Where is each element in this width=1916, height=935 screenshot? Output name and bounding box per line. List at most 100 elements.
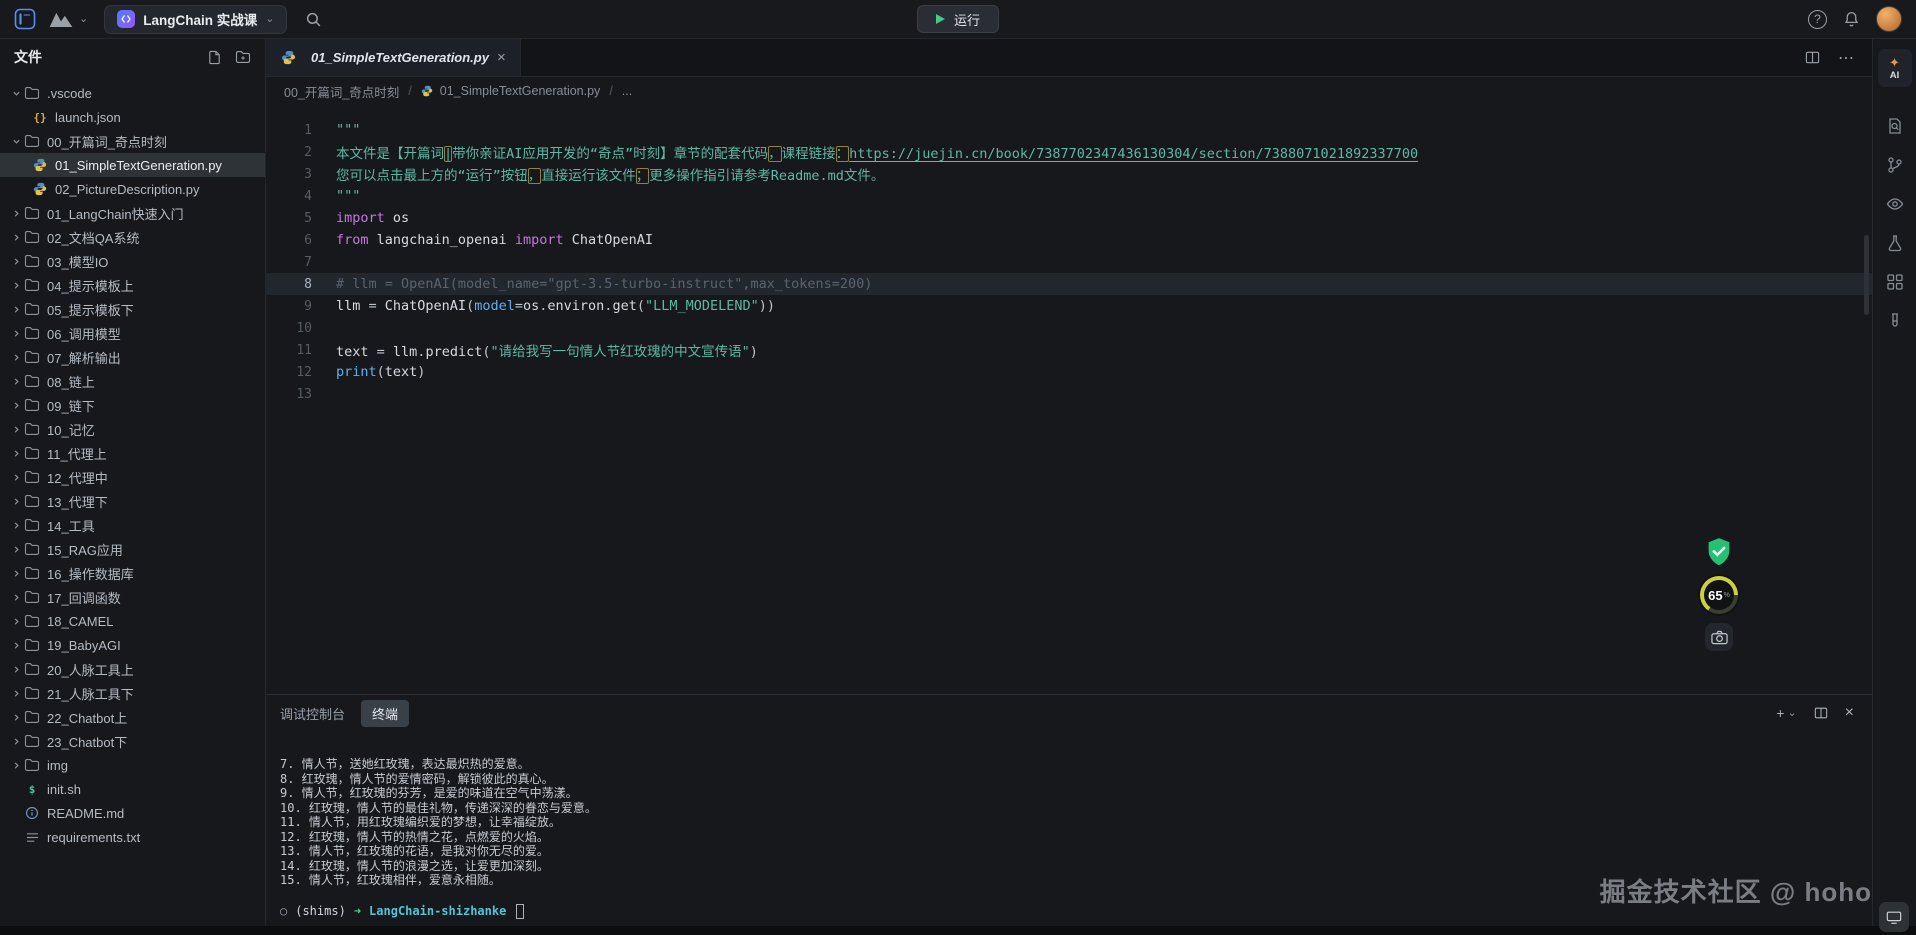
marscode-logo[interactable]: ⌄ — [48, 11, 88, 28]
tree-item-00_开篇词_奇点时刻[interactable]: 00_开篇词_奇点时刻 — [0, 129, 265, 153]
tree-item-launch.json[interactable]: {}launch.json — [0, 105, 265, 129]
help-icon[interactable]: ? — [1808, 10, 1827, 29]
code-line-4[interactable]: 4""" — [266, 185, 1872, 207]
split-terminal-button[interactable] — [1814, 706, 1828, 720]
project-switcher[interactable]: LangChain 实战课 ⌄ — [104, 5, 287, 34]
tree-item-22_Chatbot上[interactable]: 22_Chatbot上 — [0, 705, 265, 729]
tab-debug-console[interactable]: 调试控制台 — [280, 704, 345, 723]
chevron-right-icon[interactable] — [8, 713, 24, 722]
tree-item-02_文档QA系统[interactable]: 02_文档QA系统 — [0, 225, 265, 249]
tree-item-20_人脉工具上[interactable]: 20_人脉工具上 — [0, 657, 265, 681]
code-editor[interactable]: 1"""2本文件是【开篇词|带你亲证AI应用开发的“奇点”时刻】章节的配套代码，… — [266, 105, 1872, 694]
tree-item-21_人脉工具下[interactable]: 21_人脉工具下 — [0, 681, 265, 705]
chevron-right-icon[interactable] — [8, 401, 24, 410]
tree-item-03_模型IO[interactable]: 03_模型IO — [0, 249, 265, 273]
chevron-right-icon[interactable] — [8, 449, 24, 458]
chevron-right-icon[interactable] — [8, 377, 24, 386]
code-line-7[interactable]: 7 — [266, 251, 1872, 273]
tree-item-13_代理下[interactable]: 13_代理下 — [0, 489, 265, 513]
source-control-icon[interactable] — [1886, 156, 1904, 174]
tree-item-05_提示模板下[interactable]: 05_提示模板下 — [0, 297, 265, 321]
new-file-button[interactable] — [207, 50, 222, 65]
chevron-right-icon[interactable] — [8, 665, 24, 674]
tree-item-img[interactable]: img — [0, 753, 265, 777]
screenshot-camera-button[interactable] — [1705, 623, 1733, 651]
code-line-9[interactable]: 9llm = ChatOpenAI(model=os.environ.get("… — [266, 295, 1872, 317]
tree-item-19_BabyAGI[interactable]: 19_BabyAGI — [0, 633, 265, 657]
tree-item-09_链下[interactable]: 09_链下 — [0, 393, 265, 417]
chevron-right-icon[interactable] — [8, 257, 24, 266]
code-line-11[interactable]: 11text = llm.predict("请给我写一句情人节红玫瑰的中文宣传语… — [266, 339, 1872, 361]
code-line-5[interactable]: 5import os — [266, 207, 1872, 229]
tree-item-init.sh[interactable]: $init.sh — [0, 777, 265, 801]
file-search-icon[interactable] — [1886, 117, 1904, 135]
code-line-3[interactable]: 3您可以点击最上方的“运行”按钮，直接运行该文件；更多操作指引请参考Readme… — [266, 163, 1872, 185]
new-terminal-button[interactable]: +⌄ — [1776, 705, 1796, 721]
chevron-right-icon[interactable] — [8, 593, 24, 602]
tree-item-18_CAMEL[interactable]: 18_CAMEL — [0, 609, 265, 633]
chevron-right-icon[interactable] — [8, 761, 24, 770]
tree-item-12_代理中[interactable]: 12_代理中 — [0, 465, 265, 489]
tree-item-16_操作数据库[interactable]: 16_操作数据库 — [0, 561, 265, 585]
chevron-right-icon[interactable] — [8, 569, 24, 578]
tree-item-10_记忆[interactable]: 10_记忆 — [0, 417, 265, 441]
tree-item-01_SimpleTextGeneration.py[interactable]: 01_SimpleTextGeneration.py — [0, 153, 265, 177]
chevron-right-icon[interactable] — [8, 305, 24, 314]
chevron-right-icon[interactable] — [8, 281, 24, 290]
tree-item-04_提示模板上[interactable]: 04_提示模板上 — [0, 273, 265, 297]
chevron-down-icon[interactable] — [8, 89, 24, 98]
split-editor-button[interactable] — [1805, 50, 1820, 65]
new-folder-button[interactable] — [235, 50, 251, 65]
tab-terminal[interactable]: 终端 — [361, 700, 409, 727]
test-tube-icon[interactable] — [1886, 312, 1904, 330]
chevron-right-icon[interactable] — [8, 473, 24, 482]
breadcrumb-more[interactable]: ... — [622, 84, 632, 98]
chevron-right-icon[interactable] — [8, 689, 24, 698]
chevron-right-icon[interactable] — [8, 737, 24, 746]
code-line-2[interactable]: 2本文件是【开篇词|带你亲证AI应用开发的“奇点”时刻】章节的配套代码，课程链接… — [266, 141, 1872, 163]
tree-item-02_PictureDescription.py[interactable]: 02_PictureDescription.py — [0, 177, 265, 201]
tree-item-17_回调函数[interactable]: 17_回调函数 — [0, 585, 265, 609]
extensions-grid-icon[interactable] — [1886, 273, 1904, 291]
ai-assistant-button[interactable]: ✦ AI — [1878, 49, 1912, 87]
tree-item-15_RAG应用[interactable]: 15_RAG应用 — [0, 537, 265, 561]
tree-item-11_代理上[interactable]: 11_代理上 — [0, 441, 265, 465]
tree-item-08_链上[interactable]: 08_链上 — [0, 369, 265, 393]
chevron-right-icon[interactable] — [8, 545, 24, 554]
tree-item-requirements.txt[interactable]: requirements.txt — [0, 825, 265, 849]
breadcrumb-file[interactable]: 01_SimpleTextGeneration.py — [421, 84, 601, 98]
chevron-right-icon[interactable] — [8, 641, 24, 650]
code-line-6[interactable]: 6from langchain_openai import ChatOpenAI — [266, 229, 1872, 251]
terminal-prompt[interactable]: ○ (shims) ➜ LangChain-shizhanke — [280, 904, 1872, 919]
tree-item-README.md[interactable]: README.md — [0, 801, 265, 825]
search-button[interactable] — [305, 11, 322, 28]
tree-item-07_解析输出[interactable]: 07_解析输出 — [0, 345, 265, 369]
close-icon[interactable]: × — [497, 50, 506, 65]
run-button[interactable]: 运行 — [917, 5, 999, 33]
chevron-right-icon[interactable] — [8, 233, 24, 242]
chevron-right-icon[interactable] — [8, 353, 24, 362]
tree-item-23_Chatbot下[interactable]: 23_Chatbot下 — [0, 729, 265, 753]
editor-scrollbar[interactable] — [1864, 235, 1869, 315]
chevron-right-icon[interactable] — [8, 329, 24, 338]
tree-item-01_LangChain快速入门[interactable]: 01_LangChain快速入门 — [0, 201, 265, 225]
tree-item-.vscode[interactable]: .vscode — [0, 81, 265, 105]
more-actions-icon[interactable]: ⋯ — [1838, 48, 1854, 68]
tab-01-simpletextgeneration[interactable]: 01_SimpleTextGeneration.py × — [266, 39, 521, 76]
breadcrumb-folder[interactable]: 00_开篇词_奇点时刻 — [284, 82, 399, 101]
chevron-right-icon[interactable] — [8, 617, 24, 626]
code-line-8[interactable]: 8# llm = OpenAI(model_name="gpt-3.5-turb… — [266, 273, 1872, 295]
notifications-button[interactable] — [1843, 10, 1860, 28]
security-shield-icon[interactable] — [1705, 537, 1733, 567]
tree-item-14_工具[interactable]: 14_工具 — [0, 513, 265, 537]
tree-item-06_调用模型[interactable]: 06_调用模型 — [0, 321, 265, 345]
beaker-icon[interactable] — [1886, 234, 1904, 252]
file-tree[interactable]: .vscode{}launch.json00_开篇词_奇点时刻01_Simple… — [0, 75, 265, 926]
performance-gauge[interactable]: 65 % — [1700, 576, 1738, 614]
close-panel-icon[interactable]: × — [1845, 704, 1854, 722]
preview-eye-icon[interactable] — [1886, 195, 1904, 213]
chevron-right-icon[interactable] — [8, 497, 24, 506]
terminal-output[interactable]: 7. 情人节，送她红玫瑰，表达最炽热的爱意。8. 红玫瑰，情人节的爱情密码，解锁… — [266, 731, 1872, 926]
chevron-right-icon[interactable] — [8, 425, 24, 434]
code-line-1[interactable]: 1""" — [266, 119, 1872, 141]
